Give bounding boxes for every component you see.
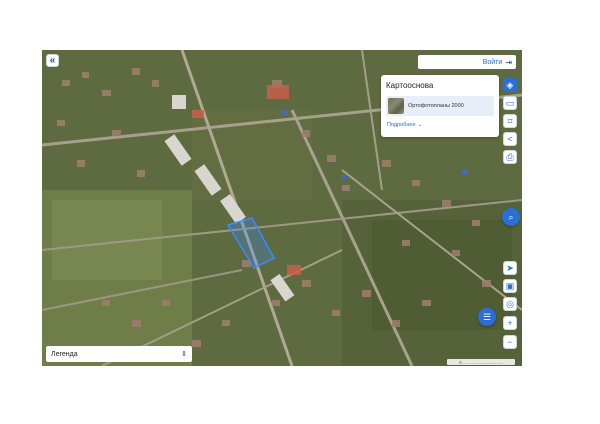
layers-icon: ◈ bbox=[506, 79, 514, 90]
login-label: Войти bbox=[482, 58, 503, 66]
compass-icon: ◎ bbox=[506, 298, 514, 309]
list-icon: ☰ bbox=[482, 311, 492, 322]
basemap-option-label: Ортофотопланы 2000 bbox=[408, 103, 464, 109]
legend-label: Легенда bbox=[51, 350, 78, 358]
print-frame-button[interactable]: ▭ bbox=[503, 96, 517, 110]
measure-icon: ⌗ bbox=[507, 115, 513, 126]
screen-icon: ▣ bbox=[505, 280, 515, 291]
layers-button[interactable]: ◈ bbox=[503, 78, 517, 92]
minus-icon: − bbox=[507, 337, 513, 347]
compass-button[interactable]: ◎ bbox=[503, 297, 517, 311]
screenshot-button[interactable]: ▣ bbox=[503, 279, 517, 293]
share-button[interactable]: < bbox=[503, 132, 517, 146]
zoom-out-button[interactable]: − bbox=[503, 335, 517, 349]
legend-select[interactable]: Легенда ⇕ bbox=[46, 346, 192, 362]
location-arrow-icon: ➤ bbox=[506, 262, 514, 273]
basemap-panel: Картооснова Ортофотопланы 2000 Подробнее… bbox=[381, 75, 499, 137]
basemap-more-link[interactable]: Подробнее ⌄ bbox=[387, 122, 422, 128]
search-icon: ⌕ bbox=[508, 211, 514, 222]
frame-icon: ▭ bbox=[505, 97, 515, 108]
basemap-thumbnail bbox=[388, 98, 404, 114]
measure-button[interactable]: ⌗ bbox=[503, 114, 517, 128]
plus-icon: + bbox=[507, 318, 513, 328]
geolocate-button[interactable]: ➤ bbox=[503, 261, 517, 275]
scale-attribution: © .................................... bbox=[447, 359, 515, 365]
login-button[interactable]: Войти ⇥ bbox=[418, 55, 516, 69]
chevron-down-icon: ⌄ bbox=[417, 122, 423, 128]
share-icon: < bbox=[507, 134, 513, 144]
print-button[interactable]: ⎙ bbox=[503, 150, 517, 164]
login-arrow-icon: ⇥ bbox=[505, 57, 512, 67]
updown-chevron-icon: ⇕ bbox=[181, 351, 187, 358]
collapse-panel-button[interactable]: « bbox=[46, 54, 59, 67]
basemap-more-label: Подробнее bbox=[387, 122, 416, 128]
search-map-button[interactable]: ⌕ bbox=[502, 208, 520, 226]
basemap-option[interactable]: Ортофотопланы 2000 bbox=[386, 96, 494, 116]
scale-text: © .................................... bbox=[458, 359, 504, 365]
info-list-button[interactable]: ☰ bbox=[478, 308, 496, 326]
map-view[interactable]: « Войти ⇥ Картооснова Ортофотопланы 2000… bbox=[42, 50, 522, 366]
zoom-in-button[interactable]: + bbox=[503, 316, 517, 330]
printer-icon: ⎙ bbox=[506, 151, 514, 162]
basemap-title: Картооснова bbox=[386, 81, 434, 90]
